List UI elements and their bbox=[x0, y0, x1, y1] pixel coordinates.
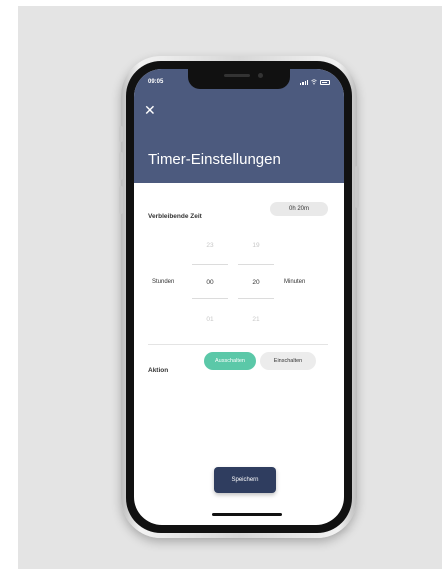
speaker bbox=[224, 74, 250, 77]
minutes-prev: 19 bbox=[252, 242, 260, 249]
remaining-time-row: Verbleibende Zeit 0h 20m bbox=[148, 202, 328, 223]
app-screen: 09:05 ✕ Timer-Einstellungen Verbleibende… bbox=[134, 69, 344, 525]
notch bbox=[188, 69, 290, 89]
action-row: Aktion Ausschalten Einschalten bbox=[148, 352, 328, 377]
close-icon[interactable]: ✕ bbox=[144, 101, 162, 119]
action-option-on[interactable]: Einschalten bbox=[260, 352, 316, 370]
phone-volume-up bbox=[119, 152, 123, 180]
wifi-icon bbox=[311, 79, 317, 85]
minutes-next: 21 bbox=[252, 316, 260, 323]
time-picker: Stunden 23 00 01 19 20 21 Minuten bbox=[148, 234, 328, 336]
header: 09:05 ✕ Timer-Einstellungen bbox=[134, 69, 344, 183]
status-icons bbox=[300, 79, 330, 85]
minutes-selection-top bbox=[238, 264, 274, 265]
phone-power-button bbox=[355, 166, 359, 208]
hours-prev: 23 bbox=[206, 242, 214, 249]
minutes-wheel[interactable]: 19 20 21 bbox=[236, 234, 276, 336]
page-title: Timer-Einstellungen bbox=[148, 151, 281, 168]
minutes-selected: 20 bbox=[252, 279, 260, 286]
phone-mockup: 09:05 ✕ Timer-Einstellungen Verbleibende… bbox=[119, 56, 359, 538]
remaining-time-value: 0h 20m bbox=[270, 202, 328, 216]
hours-selected: 00 bbox=[206, 279, 214, 286]
camera bbox=[258, 73, 263, 78]
signal-icon bbox=[300, 79, 308, 85]
home-indicator bbox=[212, 513, 282, 516]
battery-icon bbox=[320, 79, 330, 85]
hours-selection-bottom bbox=[192, 298, 228, 299]
minutes-selection-bottom bbox=[238, 298, 274, 299]
remaining-time-label: Verbleibende Zeit bbox=[148, 213, 202, 220]
action-option-off[interactable]: Ausschalten bbox=[204, 352, 256, 370]
hours-next: 01 bbox=[206, 316, 214, 323]
phone-volume-down bbox=[119, 186, 123, 214]
phone-side-button bbox=[119, 126, 123, 142]
phone-bezel: 09:05 ✕ Timer-Einstellungen Verbleibende… bbox=[126, 61, 352, 533]
action-label: Aktion bbox=[148, 367, 169, 374]
hours-label: Stunden bbox=[152, 279, 175, 285]
divider bbox=[148, 344, 328, 345]
hours-wheel[interactable]: 23 00 01 bbox=[190, 234, 230, 336]
save-button[interactable]: Speichern bbox=[214, 467, 276, 493]
status-time: 09:05 bbox=[148, 79, 164, 85]
hours-selection-top bbox=[192, 264, 228, 265]
minutes-label: Minuten bbox=[284, 279, 306, 285]
